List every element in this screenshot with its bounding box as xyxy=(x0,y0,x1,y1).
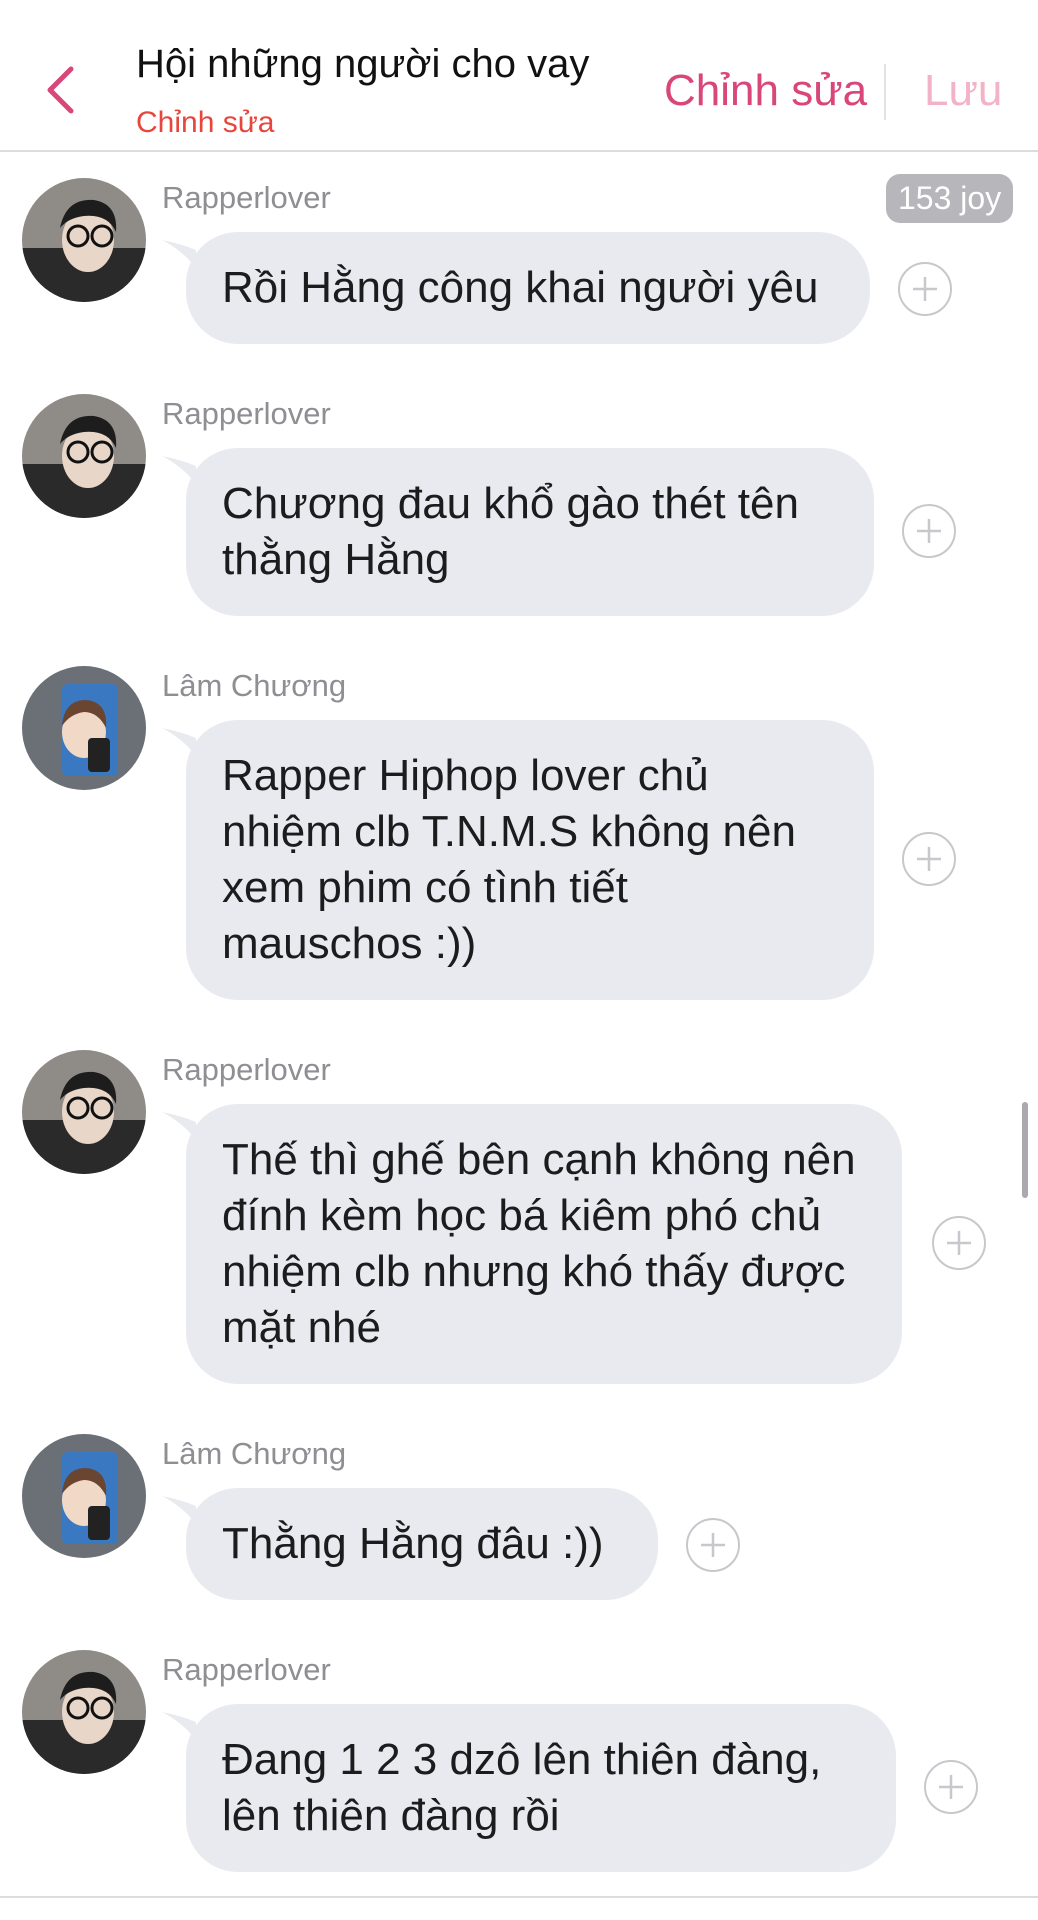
plus-icon xyxy=(913,277,937,301)
chat-screen: Hội những người cho vay Chỉnh sửa Chỉnh … xyxy=(0,0,1038,1920)
avatar[interactable] xyxy=(22,1050,146,1174)
chat-header: Hội những người cho vay Chỉnh sửa Chỉnh … xyxy=(0,0,1038,152)
header-divider xyxy=(884,64,886,120)
add-reaction-button[interactable] xyxy=(924,1760,978,1814)
add-reaction-button[interactable] xyxy=(902,504,956,558)
add-reaction-button[interactable] xyxy=(686,1518,740,1572)
avatar[interactable] xyxy=(22,666,146,790)
sender-name: Rapperlover xyxy=(162,1652,331,1687)
sender-name: Rapperlover xyxy=(162,180,331,215)
avatar[interactable] xyxy=(22,1650,146,1774)
scroll-indicator[interactable] xyxy=(1022,1102,1028,1198)
chat-subtitle[interactable]: Chỉnh sửa xyxy=(136,106,275,140)
plus-icon xyxy=(939,1775,963,1799)
avatar[interactable] xyxy=(22,178,146,302)
plus-icon xyxy=(947,1231,971,1255)
back-button[interactable] xyxy=(38,62,82,118)
avatar[interactable] xyxy=(22,394,146,518)
sender-name: Lâm Chương xyxy=(162,1436,347,1471)
plus-icon xyxy=(917,847,941,871)
joy-count-badge: 153 joy xyxy=(886,174,1014,223)
sender-name: Rapperlover xyxy=(162,1052,331,1087)
bottom-divider xyxy=(0,1896,1038,1898)
plus-icon xyxy=(917,519,941,543)
sender-name: Rapperlover xyxy=(162,396,331,431)
message-bubble[interactable]: Rồi Hằng công khai người yêu xyxy=(186,232,870,344)
avatar[interactable] xyxy=(22,1434,146,1558)
sender-name: Lâm Chương xyxy=(162,668,347,703)
edit-button[interactable]: Chỉnh sửa xyxy=(664,66,867,116)
save-button[interactable]: Lưu xyxy=(924,66,1002,116)
message-bubble[interactable]: Thằng Hằng đâu :)) xyxy=(186,1488,658,1600)
message-bubble[interactable]: Đang 1 2 3 dzô lên thiên đàng, lên thiên… xyxy=(186,1704,896,1872)
plus-icon xyxy=(701,1533,725,1557)
message-bubble[interactable]: Thế thì ghế bên cạnh không nên đính kèm … xyxy=(186,1104,902,1384)
message-bubble[interactable]: Chương đau khổ gào thét tên thằng Hằng xyxy=(186,448,874,616)
add-reaction-button[interactable] xyxy=(902,832,956,886)
chat-title: Hội những người cho vay xyxy=(136,42,590,86)
add-reaction-button[interactable] xyxy=(898,262,952,316)
message-bubble[interactable]: Rapper Hiphop lover chủ nhiệm clb T.N.M.… xyxy=(186,720,874,1000)
add-reaction-button[interactable] xyxy=(932,1216,986,1270)
chevron-left-icon xyxy=(47,66,74,114)
